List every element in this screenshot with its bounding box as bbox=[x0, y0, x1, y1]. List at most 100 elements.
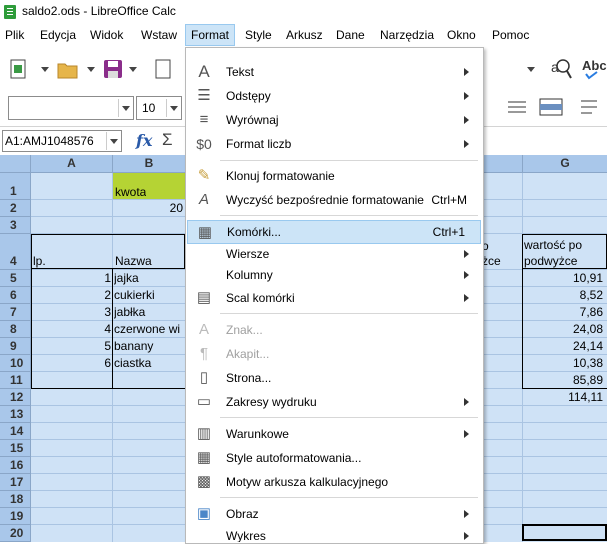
menu-edycja[interactable]: Edycja bbox=[40, 28, 76, 42]
menu-item-komorki[interactable]: ▦ Komórki... Ctrl+1 bbox=[187, 220, 481, 244]
spelling-icon[interactable]: Abc bbox=[580, 56, 607, 82]
row-header-16[interactable]: 16 bbox=[0, 457, 31, 474]
row-header-19[interactable]: 19 bbox=[0, 508, 31, 525]
column-header-g[interactable]: G bbox=[523, 155, 607, 173]
cell-b7[interactable]: jabłka bbox=[114, 305, 185, 319]
menu-item-zakresy[interactable]: ▭ Zakresy wydruku bbox=[186, 390, 483, 414]
open-folder-icon[interactable] bbox=[56, 58, 80, 80]
cell-b10[interactable]: ciastka bbox=[114, 356, 185, 370]
row-header-1[interactable]: 1 bbox=[0, 173, 31, 200]
menu-narzedzia[interactable]: Narzędzia bbox=[380, 28, 434, 42]
menu-wstaw[interactable]: Wstaw bbox=[141, 28, 177, 42]
row-header-9[interactable]: 9 bbox=[0, 338, 31, 355]
menu-item-autoformat[interactable]: ▦ Style autoformatowania... bbox=[186, 446, 483, 470]
cell-g11[interactable]: 85,89 bbox=[523, 373, 603, 387]
find-replace-icon[interactable]: a bbox=[549, 56, 573, 82]
cell-b4[interactable]: Nazwa bbox=[115, 254, 152, 268]
menu-item-odstepy[interactable]: ☰ Odstępy bbox=[186, 84, 483, 108]
cell-a7[interactable]: 3 bbox=[31, 305, 111, 319]
cell-g9[interactable]: 24,14 bbox=[523, 339, 603, 353]
cell-g10[interactable]: 10,38 bbox=[523, 356, 603, 370]
row-header-13[interactable]: 13 bbox=[0, 406, 31, 423]
menu-item-tekst[interactable]: A Tekst bbox=[186, 60, 483, 84]
name-box[interactable]: A1:AMJ1048576 bbox=[2, 130, 122, 152]
menu-item-scal[interactable]: ▤ Scal komórki bbox=[186, 286, 483, 310]
cell-b9[interactable]: banany bbox=[114, 339, 185, 353]
cell-b2[interactable]: 20 bbox=[113, 201, 183, 215]
menu-item-wyczysc[interactable]: A Wyczyść bezpośrednie formatowanie Ctrl… bbox=[186, 188, 483, 212]
column-header-b[interactable]: B bbox=[113, 155, 186, 173]
column-header-a[interactable]: A bbox=[31, 155, 113, 173]
cell-g12[interactable]: 114,11 bbox=[523, 390, 603, 404]
column-header-f[interactable] bbox=[482, 155, 523, 173]
save-dropdown-icon[interactable] bbox=[126, 60, 140, 78]
sum-icon[interactable]: Σ bbox=[162, 130, 173, 150]
row-header-11[interactable]: 11 bbox=[0, 372, 31, 389]
row-header-2[interactable]: 2 bbox=[0, 200, 31, 217]
row-header-14[interactable]: 14 bbox=[0, 423, 31, 440]
row-header-5[interactable]: 5 bbox=[0, 270, 31, 287]
cell-g7[interactable]: 7,86 bbox=[523, 305, 603, 319]
row-header-6[interactable]: 6 bbox=[0, 287, 31, 304]
align-bottom-icon[interactable] bbox=[505, 96, 529, 118]
redo-dropdown-icon[interactable] bbox=[524, 60, 538, 78]
cell-a10[interactable]: 6 bbox=[31, 356, 111, 370]
cell-f4-line2[interactable]: żce bbox=[482, 254, 501, 268]
cell-g4-line1[interactable]: wartość po bbox=[524, 238, 582, 252]
cell-b6[interactable]: cukierki bbox=[114, 288, 185, 302]
cell-g5[interactable]: 10,91 bbox=[523, 271, 603, 285]
export-pdf-icon[interactable] bbox=[152, 58, 174, 80]
font-name-box[interactable] bbox=[8, 96, 134, 120]
menu-okno[interactable]: Okno bbox=[447, 28, 476, 42]
new-document-icon[interactable] bbox=[8, 58, 30, 80]
menu-item-wyrownaj[interactable]: ≡ Wyrównaj bbox=[186, 108, 483, 132]
save-icon[interactable] bbox=[102, 58, 124, 80]
menu-item-format-liczb[interactable]: $0 Format liczb bbox=[186, 132, 483, 156]
cell-b1[interactable]: kwota bbox=[115, 185, 146, 199]
cell-a8[interactable]: 4 bbox=[31, 322, 111, 336]
row-header-10[interactable]: 10 bbox=[0, 355, 31, 372]
menu-style[interactable]: Style bbox=[245, 28, 272, 42]
cell-a9[interactable]: 5 bbox=[31, 339, 111, 353]
cell-b5[interactable]: jajka bbox=[114, 271, 185, 285]
row-header-3[interactable]: 3 bbox=[0, 217, 31, 234]
menu-item-klonuj[interactable]: ✎ Klonuj formatowanie bbox=[186, 164, 483, 188]
menu-item-wykres[interactable]: Wykres bbox=[186, 524, 483, 542]
row-header-15[interactable]: 15 bbox=[0, 440, 31, 457]
cell-g8[interactable]: 24,08 bbox=[523, 322, 603, 336]
row-header-8[interactable]: 8 bbox=[0, 321, 31, 338]
cell-a4[interactable]: lp. bbox=[33, 254, 46, 268]
menu-item-obraz[interactable]: ▣ Obraz bbox=[186, 502, 483, 526]
cell-g6[interactable]: 8,52 bbox=[523, 288, 603, 302]
cell-a5[interactable]: 1 bbox=[31, 271, 111, 285]
cell-b8[interactable]: czerwone wi bbox=[114, 322, 185, 336]
menu-arkusz[interactable]: Arkusz bbox=[286, 28, 323, 42]
font-size-dropdown-icon[interactable] bbox=[166, 99, 181, 117]
cell-cursor[interactable] bbox=[522, 524, 607, 541]
new-dropdown-icon[interactable] bbox=[38, 60, 52, 78]
row-header-20[interactable]: 20 bbox=[0, 525, 31, 542]
cell-a6[interactable]: 2 bbox=[31, 288, 111, 302]
menu-plik[interactable]: Plik bbox=[5, 28, 24, 42]
row-header-7[interactable]: 7 bbox=[0, 304, 31, 321]
function-wizard-icon[interactable]: fx bbox=[136, 131, 152, 150]
name-box-dropdown-icon[interactable] bbox=[106, 132, 121, 150]
merge-cells-icon[interactable] bbox=[538, 96, 564, 118]
menu-item-kolumny[interactable]: Kolumny bbox=[186, 263, 483, 287]
row-header-17[interactable]: 17 bbox=[0, 474, 31, 491]
font-name-dropdown-icon[interactable] bbox=[118, 99, 133, 117]
row-header-18[interactable]: 18 bbox=[0, 491, 31, 508]
row-header-4[interactable]: 4 bbox=[0, 234, 31, 270]
row-header-12[interactable]: 12 bbox=[0, 389, 31, 406]
wrap-text-icon[interactable] bbox=[578, 96, 600, 118]
select-all-corner[interactable] bbox=[0, 155, 31, 173]
font-size-box[interactable]: 10 bbox=[136, 96, 182, 120]
cell-g4-line2[interactable]: podwyżce bbox=[524, 254, 577, 268]
open-dropdown-icon[interactable] bbox=[84, 60, 98, 78]
menu-dane[interactable]: Dane bbox=[336, 28, 365, 42]
menu-item-strona[interactable]: ▯ Strona... bbox=[186, 366, 483, 390]
menu-item-motyw[interactable]: ▩ Motyw arkusza kalkulacyjnego bbox=[186, 470, 483, 494]
menu-widok[interactable]: Widok bbox=[90, 28, 123, 42]
menu-format[interactable]: Format bbox=[185, 24, 236, 46]
menu-item-warunkowe[interactable]: ▥ Warunkowe bbox=[186, 422, 483, 446]
